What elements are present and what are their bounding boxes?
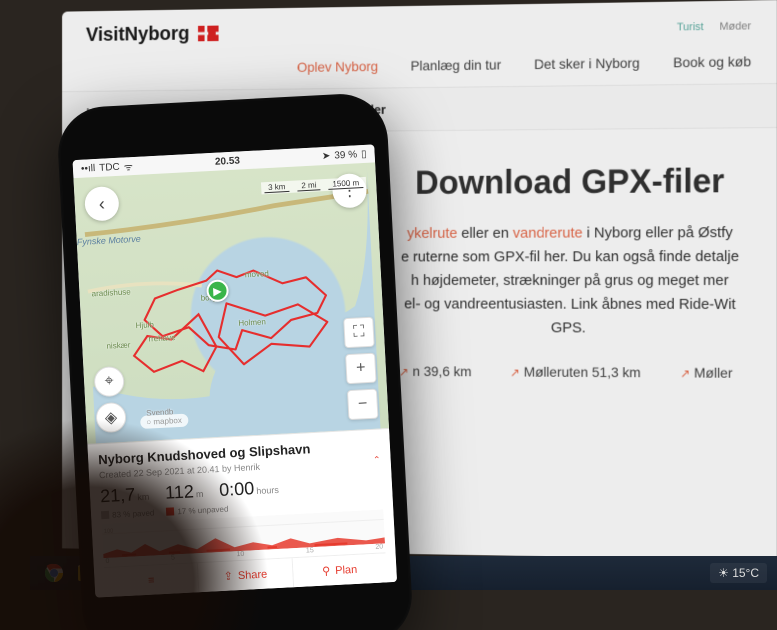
- system-tray: ☀ 15°C: [710, 563, 767, 583]
- external-icon: ↗: [680, 367, 690, 381]
- plan-button[interactable]: ⚲Plan: [292, 553, 387, 587]
- map-place-label: aradishuse: [91, 287, 131, 298]
- phone-device: ••ıll TDC ᯤ 20.53 ➤ 39 % ▯: [56, 92, 414, 630]
- stat-time: 0:00: [219, 478, 255, 500]
- map-view[interactable]: Fynske Motorve aradishuse borg Hjulb rre…: [73, 162, 389, 443]
- locate-button[interactable]: ⌖: [93, 366, 125, 398]
- link-vandrerute[interactable]: vandrerute: [513, 225, 583, 242]
- share-button[interactable]: ⇪Share: [197, 558, 294, 592]
- chrome-icon[interactable]: [40, 559, 68, 587]
- map-place-label: niskær: [106, 340, 130, 350]
- site-logo[interactable]: VisitNyborg: [86, 23, 219, 47]
- fullscreen-icon: ⛶: [353, 323, 365, 342]
- route-link-1[interactable]: ↗n 39,6 km: [399, 363, 471, 379]
- route-links: ↗n 39,6 km ↗Mølleruten 51,3 km ↗Møller: [399, 363, 741, 381]
- stat-distance: 21,7: [100, 484, 136, 506]
- map-side-controls: ⌖ ◈: [93, 366, 126, 433]
- page-intro: ykelrute eller en vandrerute i Nyborg el…: [399, 221, 741, 341]
- stat-elevation: 112: [165, 481, 195, 502]
- map-place-label: Hjulb: [135, 320, 154, 330]
- collapse-icon[interactable]: ⌃: [373, 455, 381, 466]
- action-button-1[interactable]: ≡: [104, 563, 199, 597]
- route-link-2[interactable]: ↗Mølleruten 51,3 km: [510, 364, 641, 381]
- zoom-out-button[interactable]: −: [347, 389, 379, 421]
- route-link-3[interactable]: ↗Møller: [680, 365, 732, 381]
- fullscreen-button[interactable]: ⛶: [343, 317, 375, 349]
- battery-icon: ▯: [361, 148, 367, 159]
- page-title: Download GPX-filer: [399, 162, 741, 202]
- elev-y-tick: 100: [104, 528, 114, 535]
- share-icon: ⇪: [223, 569, 233, 582]
- route-info-panel: Nyborg Knudshoved og Slipshavn Created 2…: [87, 428, 397, 598]
- map-place-label: Holmen: [238, 317, 266, 327]
- paved-swatch-icon: [101, 511, 109, 519]
- location-icon: ➤: [322, 150, 331, 161]
- locate-icon: ⌖: [104, 372, 114, 390]
- nav-book[interactable]: Book og køb: [673, 53, 751, 70]
- logo-text: VisitNyborg: [86, 23, 190, 46]
- top-links: Turist Møder: [677, 20, 751, 33]
- carrier-label: TDC: [99, 161, 120, 173]
- link-turist[interactable]: Turist: [677, 21, 704, 33]
- layers-icon: ◈: [104, 407, 117, 428]
- map-zoom-controls: ⛶ + −: [343, 317, 378, 420]
- plus-icon: +: [356, 359, 366, 377]
- layers-button[interactable]: ◈: [95, 402, 127, 434]
- route-icon: ≡: [148, 574, 155, 586]
- map-place-label: rrehave: [148, 333, 176, 343]
- link-moder[interactable]: Møder: [719, 20, 751, 32]
- mapbox-attribution: ○ mapbox: [140, 414, 188, 429]
- chevron-left-icon: ‹: [98, 193, 105, 214]
- nav-detsker[interactable]: Det sker i Nyborg: [534, 55, 640, 72]
- zoom-in-button[interactable]: +: [345, 353, 377, 385]
- map-pin-icon: ⚲: [322, 564, 331, 577]
- battery-pct: 39 %: [334, 149, 357, 161]
- danish-flag-icon: [198, 25, 219, 41]
- nav-oplev[interactable]: Oplev Nyborg: [297, 58, 378, 75]
- map-place-label: moved: [245, 269, 269, 279]
- link-cykelrute[interactable]: ykelrute: [407, 225, 457, 242]
- nav-planlaeg[interactable]: Planlæg din tur: [411, 57, 502, 74]
- phone-screen: ••ıll TDC ᯤ 20.53 ➤ 39 % ▯: [73, 144, 398, 597]
- external-icon: ↗: [510, 366, 520, 380]
- unpaved-swatch-icon: [166, 507, 174, 515]
- signal-icon: ••ıll: [81, 163, 96, 175]
- minus-icon: −: [358, 395, 368, 413]
- weather-widget[interactable]: ☀ 15°C: [710, 563, 767, 583]
- external-icon: ↗: [399, 365, 409, 379]
